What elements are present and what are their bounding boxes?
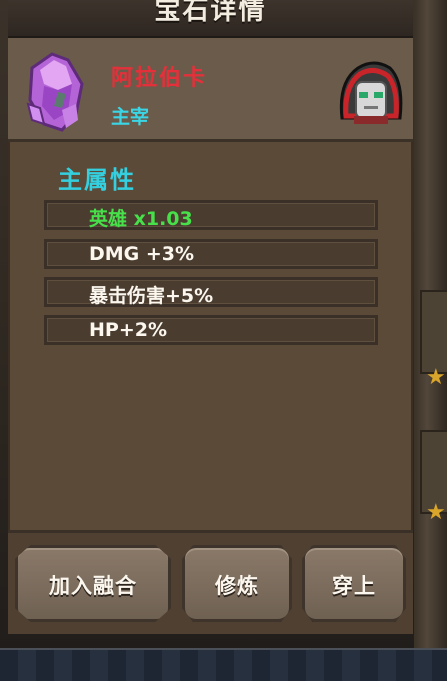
add-to-fusion-button[interactable]: 加入融合 bbox=[15, 545, 171, 622]
attribute-row: HP+2% bbox=[44, 315, 378, 345]
gem-owner-label: 主宰 bbox=[111, 106, 150, 128]
star-icon: ★ bbox=[426, 500, 446, 525]
refine-button[interactable]: 修炼 bbox=[182, 545, 292, 622]
attribute-row: DMG +3% bbox=[44, 239, 378, 269]
attribute-text: DMG +3% bbox=[89, 243, 195, 265]
attribute-text: 英雄 x1.03 bbox=[89, 208, 193, 230]
attribute-text: 暴击伤害+5% bbox=[89, 285, 214, 307]
gem-name: 阿拉伯卡 bbox=[111, 66, 208, 91]
attribute-row: 暴击伤害+5% bbox=[44, 277, 378, 307]
attribute-text: HP+2% bbox=[89, 319, 168, 341]
bottom-nav-bar bbox=[0, 648, 447, 681]
background-slot bbox=[420, 290, 447, 374]
dialog-title: 宝石详情 bbox=[154, 0, 267, 26]
refine-label: 修炼 bbox=[215, 574, 259, 598]
background-list-strip: ★ ★ bbox=[414, 0, 447, 650]
attribute-row: 英雄 x1.03 bbox=[44, 200, 378, 230]
main-attributes-title: 主属性 bbox=[58, 166, 136, 194]
add-to-fusion-label: 加入融合 bbox=[49, 574, 137, 598]
equip-label: 穿上 bbox=[332, 574, 376, 598]
dialog-title-bar: 宝石详情 bbox=[8, 0, 413, 38]
hooded-hero-avatar-icon[interactable] bbox=[334, 58, 406, 128]
star-icon: ★ bbox=[426, 365, 446, 390]
equip-button[interactable]: 穿上 bbox=[302, 545, 406, 622]
gem-header: 阿拉伯卡 主宰 bbox=[8, 38, 413, 142]
purple-crystal-icon bbox=[26, 52, 84, 132]
